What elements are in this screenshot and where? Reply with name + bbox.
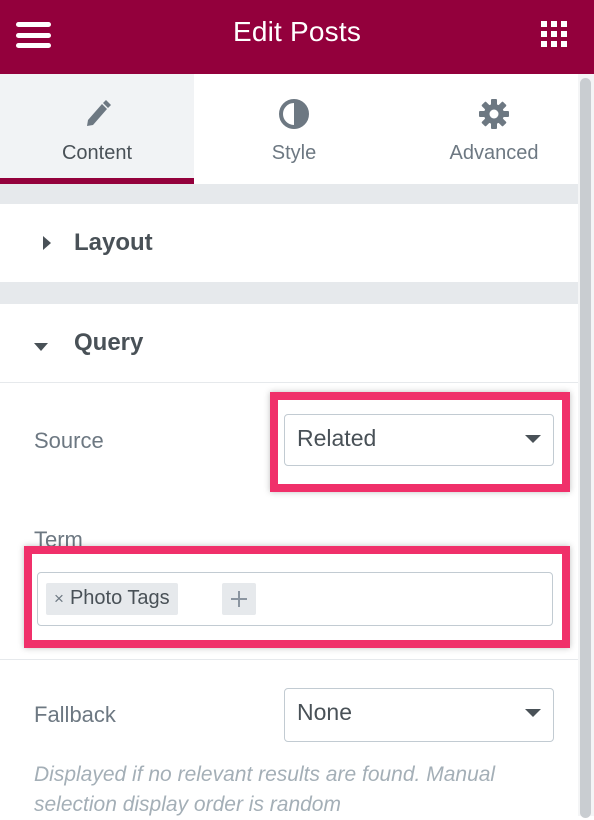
section-layout-header[interactable]: Layout xyxy=(0,204,578,282)
remove-tag-icon[interactable]: × xyxy=(54,589,64,608)
source-label: Source xyxy=(34,428,104,453)
term-tag-input[interactable]: × Photo Tags xyxy=(37,572,553,626)
tab-label-style: Style xyxy=(271,142,317,164)
tab-label-advanced: Advanced xyxy=(449,142,539,164)
gear-icon xyxy=(478,98,510,135)
section-gap xyxy=(0,184,578,204)
tag-chip: × Photo Tags xyxy=(46,583,178,615)
panel-header: Edit Posts xyxy=(0,0,594,74)
chevron-down-icon xyxy=(525,709,541,717)
pencil-icon xyxy=(83,98,111,133)
section-query-title: Query xyxy=(74,329,144,356)
fallback-label: Fallback xyxy=(34,702,116,727)
chevron-down-icon xyxy=(525,435,541,443)
divider xyxy=(0,382,578,383)
tab-content[interactable]: Content xyxy=(0,74,194,184)
caret-down-icon xyxy=(33,339,49,357)
panel-title: Edit Posts xyxy=(232,16,362,47)
fallback-select[interactable]: None xyxy=(284,688,554,742)
caret-right-icon xyxy=(42,235,52,256)
fallback-select-value: None xyxy=(297,699,352,725)
tag-chip-label: Photo Tags xyxy=(69,587,170,609)
widgets-grid-icon[interactable] xyxy=(541,21,568,48)
tab-style[interactable]: Style xyxy=(194,74,394,184)
section-layout-title: Layout xyxy=(74,229,153,256)
term-label: Term xyxy=(34,527,83,552)
source-select-value: Related xyxy=(297,425,377,451)
fallback-description: Displayed if no relevant results are fou… xyxy=(34,763,496,816)
tab-label-content: Content xyxy=(61,142,133,164)
add-tag-icon[interactable] xyxy=(222,583,256,615)
source-select[interactable]: Related xyxy=(284,414,554,466)
divider xyxy=(0,659,578,660)
half-circle-icon xyxy=(278,98,310,135)
panel-tabs: Content Style Advanced xyxy=(0,74,594,184)
scrollbar-thumb[interactable] xyxy=(580,78,591,818)
scrollbar[interactable] xyxy=(578,74,594,818)
section-query-header[interactable]: Query xyxy=(0,304,578,382)
tab-advanced[interactable]: Advanced xyxy=(394,74,594,184)
section-gap xyxy=(0,282,578,304)
